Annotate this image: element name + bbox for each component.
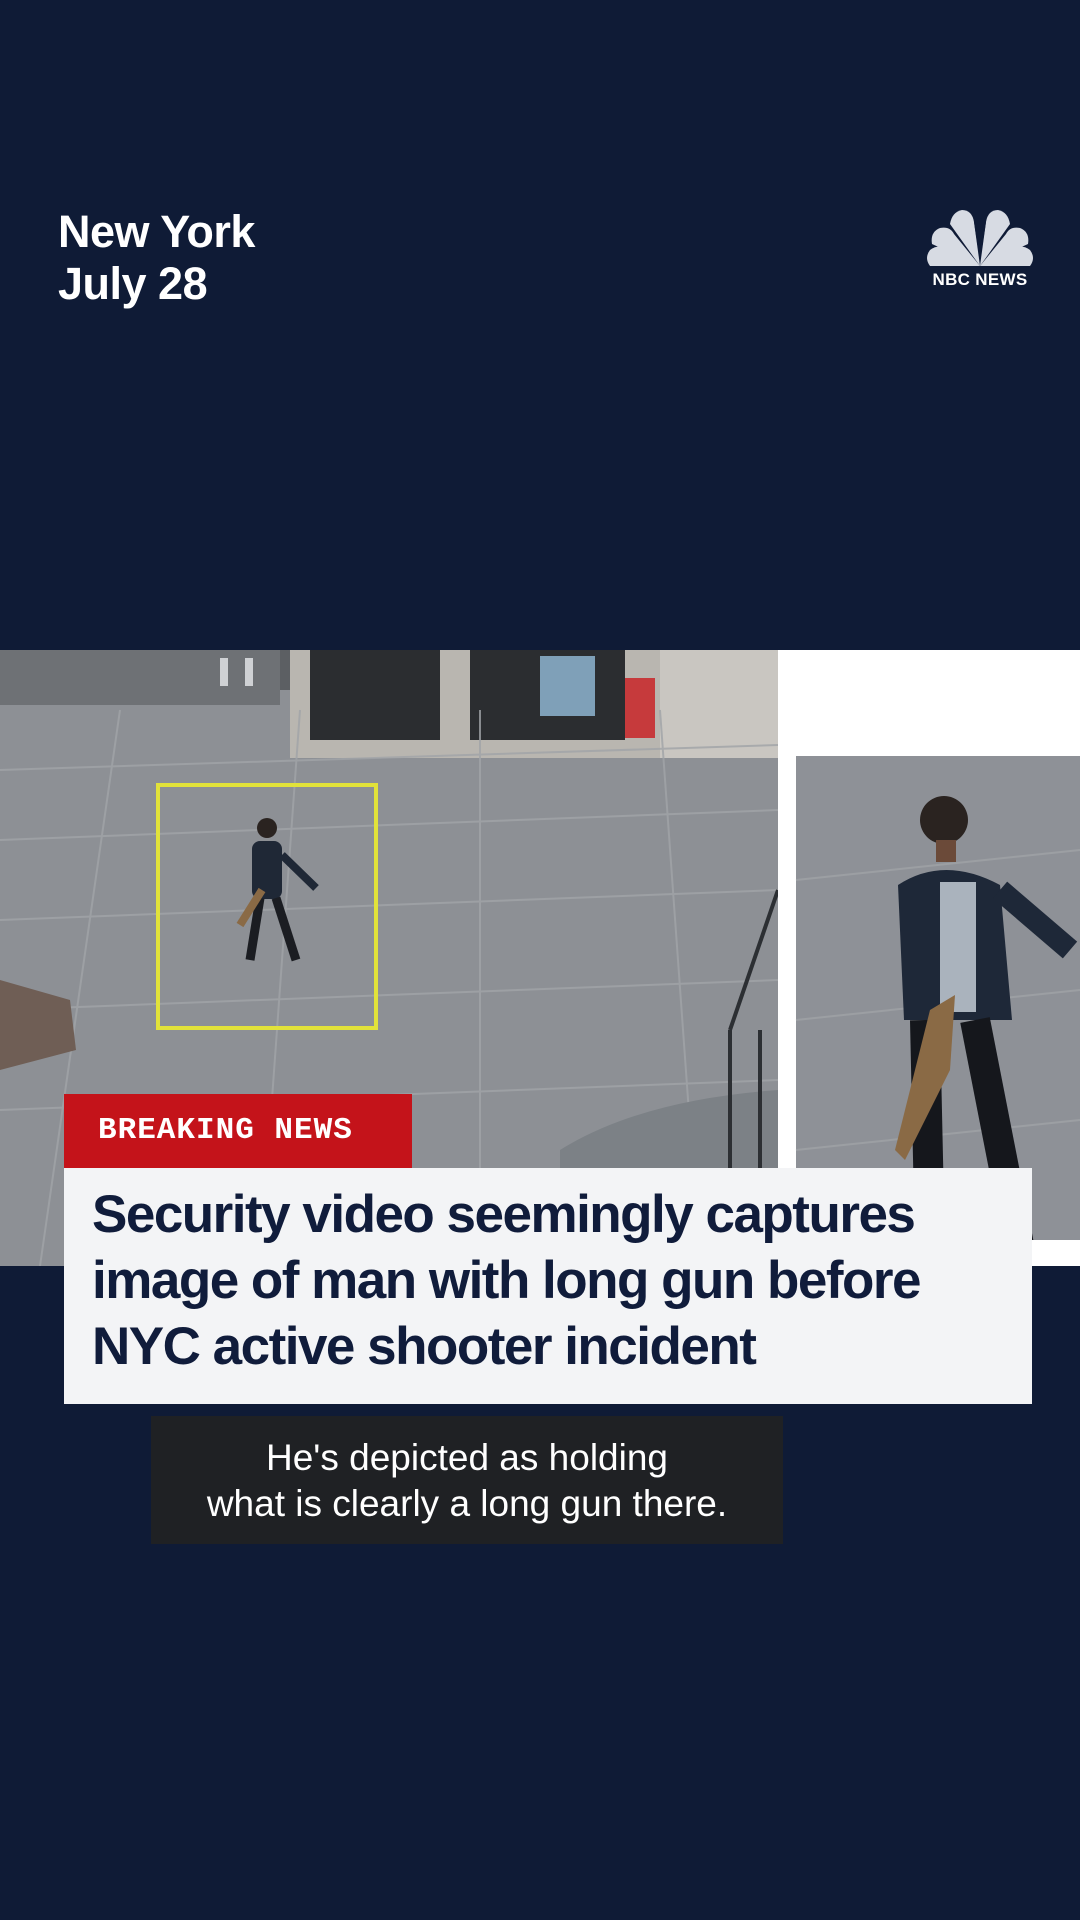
caption-box: He's depicted as holding what is clearly… [151, 1416, 783, 1544]
headline-line-2: image of man with long gun before [92, 1251, 921, 1310]
caption-line-2: what is clearly a long gun there. [206, 1483, 728, 1524]
headline-box: Security video seemingly captures image … [64, 1168, 1032, 1404]
dateline: New York July 28 [58, 206, 255, 310]
caption-line-1: He's depicted as holding [266, 1437, 668, 1478]
breaking-news-banner: BREAKING NEWS [64, 1094, 412, 1168]
logo-text: NBC NEWS [932, 270, 1028, 289]
headline-line-3: NYC active shooter incident [92, 1317, 757, 1376]
date-text: July 28 [58, 258, 208, 309]
location-text: New York [58, 206, 255, 257]
nbc-news-logo: NBC NEWS [918, 200, 1042, 300]
peacock-icon [927, 210, 1033, 266]
headline-line-1: Security video seemingly captures [92, 1185, 916, 1244]
